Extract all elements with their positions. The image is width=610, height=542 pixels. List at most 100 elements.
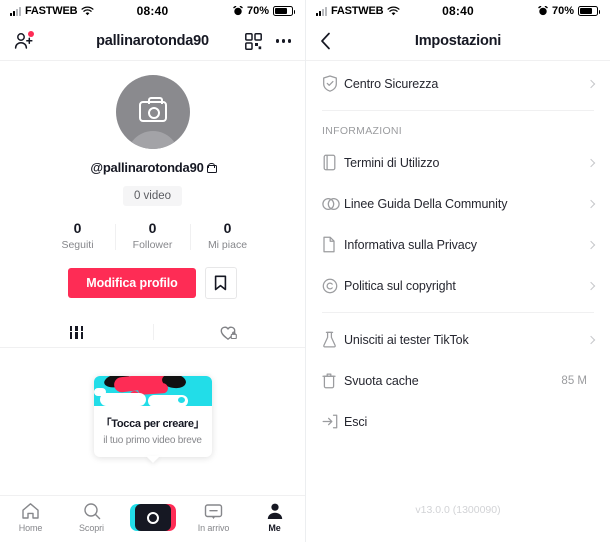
profile-actions: Modifica profilo: [0, 267, 305, 299]
section-divider: [322, 110, 594, 111]
stat-value: 0: [223, 220, 232, 236]
nav-item-me[interactable]: Me: [250, 502, 300, 533]
profile-header-actions: [244, 32, 291, 50]
nav-item-home[interactable]: Home: [6, 502, 56, 533]
settings-row-copyright-policy[interactable]: Politica sul copyright: [306, 265, 610, 306]
stat-value: 0: [148, 220, 157, 236]
alarm-icon: [538, 6, 548, 16]
trash-icon: [322, 372, 344, 389]
bookmark-icon: [214, 275, 227, 291]
stat-mi-piace[interactable]: 0 Mi piace: [190, 220, 265, 251]
card-body: 「Tocca per creare」 il tuo primo video br…: [94, 406, 212, 457]
dual-screenshot-container: FASTWEB 08:40 70% pallinarotonda90 @pall…: [0, 0, 610, 542]
status-bar-left: FASTWEB 08:40 70%: [0, 0, 305, 22]
settings-row-clear-cache[interactable]: Svuota cache 85 M: [306, 360, 610, 401]
sidebar-item-videos-grid[interactable]: [0, 317, 153, 347]
settings-row-privacy-policy[interactable]: Informativa sulla Privacy: [306, 224, 610, 265]
card-pointer-arrow: [145, 456, 160, 463]
settings-row-logout[interactable]: Esci: [306, 401, 610, 442]
settings-row-label: Esci: [344, 414, 368, 429]
settings-row-label: Termini di Utilizzo: [344, 155, 440, 170]
document-icon: [322, 236, 344, 253]
nav-label: Scopri: [79, 523, 104, 533]
settings-header: Impostazioni: [306, 22, 610, 60]
nav-item-discover[interactable]: Scopri: [67, 502, 117, 533]
create-prompt-area: 「Tocca per creare」 il tuo primo video br…: [0, 376, 305, 463]
app-version-label: v13.0.0 (1300090): [415, 504, 501, 516]
grid-icon: [69, 325, 83, 339]
bottom-navigation: Home Scopri In arrivo Me: [0, 495, 305, 542]
profile-tabs: [0, 317, 305, 347]
cache-size-value: 85 M: [561, 374, 587, 387]
status-right-group: 70%: [233, 5, 295, 17]
settings-row-label: Unisciti ai tester TikTok: [344, 332, 469, 347]
nav-item-inbox[interactable]: In arrivo: [189, 503, 239, 533]
stat-label: Mi piace: [207, 239, 248, 251]
camera-avatar-placeholder: [138, 97, 167, 122]
stat-label: Seguiti: [61, 239, 94, 251]
settings-panel: FASTWEB 08:40 70% Impostazioni Centro Si…: [305, 0, 610, 542]
card-artwork: [93, 376, 212, 406]
stat-follower[interactable]: 0 Follower: [115, 220, 190, 251]
card-subtitle: il tuo primo video breve: [103, 435, 202, 446]
page-title: Impostazioni: [414, 33, 502, 49]
profile-handle: @pallinarotonda90: [0, 160, 305, 175]
heart-lock-icon: [220, 325, 238, 340]
settings-row-label: Informativa sulla Privacy: [344, 237, 477, 252]
profile-body: @pallinarotonda90 0 video 0 Seguiti 0 Fo…: [0, 61, 305, 299]
nav-item-create[interactable]: [128, 504, 178, 531]
nav-label: In arrivo: [197, 522, 230, 533]
profile-person-icon: [266, 502, 284, 520]
status-bar-right: FASTWEB 08:40 70%: [306, 0, 610, 22]
profile-header: pallinarotonda90: [0, 22, 305, 60]
notification-dot: [28, 31, 34, 37]
sidebar-item-liked-private[interactable]: [152, 317, 306, 347]
edit-profile-button[interactable]: Modifica profilo: [68, 268, 196, 298]
tabs-divider: [0, 347, 305, 348]
settings-row-label: Linee Guida Della Community: [344, 196, 508, 211]
settings-row-security-center[interactable]: Centro Sicurezza: [306, 63, 610, 104]
community-circles-icon: [322, 197, 344, 211]
card-title: 「Tocca per creare」: [100, 418, 205, 430]
battery-icon: [273, 6, 295, 16]
battery-percent-label: 70%: [551, 5, 574, 17]
add-friend-icon[interactable]: [14, 31, 34, 50]
battery-icon: [578, 6, 600, 16]
more-options-icon[interactable]: [275, 39, 291, 43]
avatar[interactable]: [115, 75, 190, 149]
chevron-right-icon: [586, 281, 596, 290]
book-icon: [322, 154, 344, 171]
back-chevron-icon[interactable]: [320, 32, 331, 50]
profile-stats: 0 Seguiti 0 Follower 0 Mi piace: [0, 220, 305, 251]
nav-label: Me: [268, 523, 281, 533]
create-first-video-card[interactable]: 「Tocca per creare」 il tuo primo video br…: [93, 376, 212, 463]
create-camera-icon[interactable]: [129, 504, 176, 531]
section-header-informazioni: INFORMAZIONI: [322, 125, 403, 137]
settings-row-label: Politica sul copyright: [344, 278, 456, 293]
settings-row-terms-of-use[interactable]: Termini di Utilizzo: [306, 142, 610, 183]
settings-row-community-guidelines[interactable]: Linee Guida Della Community: [306, 183, 610, 224]
avatar-silhouette: [126, 131, 179, 149]
stat-label: Follower: [132, 239, 173, 251]
profile-panel: FASTWEB 08:40 70% pallinarotonda90 @pall…: [0, 0, 305, 542]
stat-value: 0: [73, 220, 82, 236]
nav-label: Home: [18, 523, 43, 533]
settings-row-join-testers[interactable]: Unisciti ai tester TikTok: [306, 319, 610, 360]
logout-icon: [322, 414, 344, 429]
qr-code-icon[interactable]: [244, 32, 262, 50]
chevron-right-icon: [586, 240, 596, 249]
search-icon: [83, 502, 101, 520]
settings-row-label: Svuota cache: [344, 373, 419, 388]
chevron-right-icon: [586, 79, 596, 88]
chevron-right-icon: [586, 199, 596, 208]
lock-icon: [206, 162, 217, 173]
home-icon: [21, 502, 40, 520]
section-divider: [322, 312, 594, 313]
flask-icon: [322, 331, 344, 348]
shield-check-icon: [322, 75, 344, 92]
settings-list: Centro Sicurezza INFORMAZIONI Termini di…: [306, 61, 610, 442]
chevron-right-icon: [586, 158, 596, 167]
bookmark-button[interactable]: [204, 267, 237, 299]
status-right-group: 70%: [538, 5, 600, 17]
stat-seguiti[interactable]: 0 Seguiti: [40, 220, 115, 251]
